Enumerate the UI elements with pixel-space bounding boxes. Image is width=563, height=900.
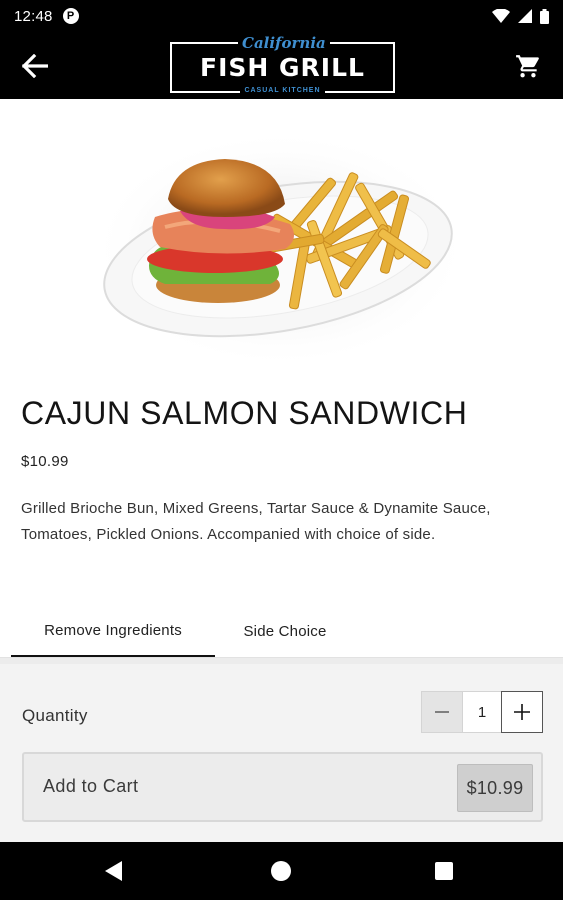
add-to-cart-button[interactable]: Add to Cart $10.99: [22, 752, 543, 822]
battery-icon: [540, 8, 549, 24]
tab-side-choice[interactable]: Side Choice: [215, 605, 355, 657]
product-title: CAJUN SALMON SANDWICH: [21, 395, 468, 431]
nav-recents-icon[interactable]: [435, 862, 453, 880]
notification-app-icon: P: [62, 8, 79, 24]
quantity-stepper: 1: [421, 691, 543, 733]
logo-main-text: FISH GRILL: [200, 53, 365, 82]
decrease-quantity-button[interactable]: [421, 691, 463, 733]
sandwich-plate-illustration: [90, 129, 470, 369]
product-description: Grilled Brioche Bun, Mixed Greens, Tarta…: [21, 500, 491, 543]
status-time: 12:48: [14, 7, 53, 25]
customization-tabs: Remove Ingredients Side Choice: [11, 605, 355, 657]
nav-home-icon[interactable]: [271, 861, 291, 881]
order-panel: Quantity 1 Add to Cart $10.99: [0, 658, 563, 842]
tab-remove-ingredients[interactable]: Remove Ingredients: [11, 605, 215, 657]
brand-logo: California FISH GRILL CASUAL KITCHEN: [170, 35, 395, 94]
back-button[interactable]: [14, 45, 56, 87]
plus-icon: [514, 704, 530, 720]
wifi-icon: [492, 9, 510, 23]
increase-quantity-button[interactable]: [501, 691, 543, 733]
product-image: [0, 99, 563, 375]
app-bar: California FISH GRILL CASUAL KITCHEN: [0, 32, 563, 99]
logo-script-text: California: [238, 35, 330, 51]
status-icons: [492, 8, 549, 24]
add-to-cart-label: Add to Cart: [43, 776, 139, 796]
product-price: $10.99: [21, 453, 69, 470]
system-nav-bar: [0, 842, 563, 900]
nav-back-icon[interactable]: [104, 860, 124, 882]
shopping-cart-icon: [516, 55, 539, 78]
status-bar: 12:48 P: [0, 0, 563, 32]
quantity-label: Quantity: [22, 706, 88, 725]
minus-icon: [435, 711, 449, 713]
cart-button[interactable]: [507, 45, 549, 87]
add-to-cart-price: $10.99: [457, 764, 533, 812]
logo-sub-text: CASUAL KITCHEN: [240, 87, 325, 94]
arrow-left-icon: [22, 54, 48, 78]
quantity-value: 1: [463, 691, 501, 733]
cell-signal-icon: [518, 9, 532, 23]
